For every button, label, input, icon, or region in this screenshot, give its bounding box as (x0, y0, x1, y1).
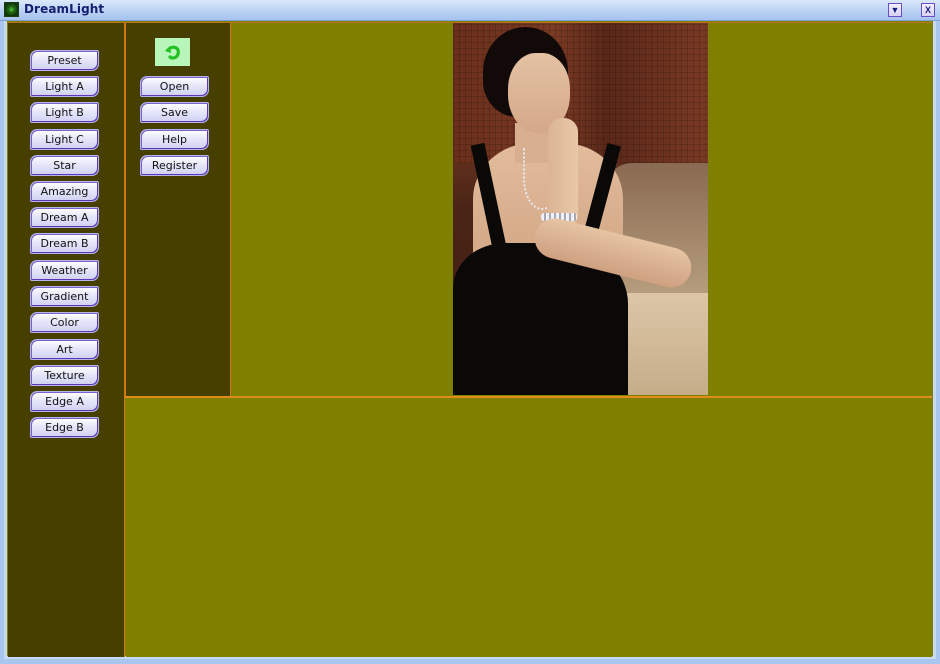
effect-button-edge-a[interactable]: Edge A (30, 391, 99, 412)
close-button[interactable]: X (921, 3, 935, 17)
undo-arrow-icon (164, 45, 180, 60)
effect-button-light-b[interactable]: Light B (30, 102, 99, 123)
close-icon: X (924, 5, 931, 15)
secondary-workspace (126, 398, 932, 657)
effect-button-art[interactable]: Art (30, 339, 99, 360)
help-button[interactable]: Help (140, 129, 209, 150)
effect-button-preset[interactable]: Preset (30, 50, 99, 71)
effect-button-weather[interactable]: Weather (30, 260, 99, 281)
open-button[interactable]: Open (140, 76, 209, 97)
window-title: DreamLight (24, 2, 105, 16)
chevron-down-icon: ▼ (890, 5, 900, 15)
effect-button-dream-a[interactable]: Dream A (30, 207, 99, 228)
effect-button-dream-b[interactable]: Dream B (30, 233, 99, 254)
effect-button-star[interactable]: Star (30, 155, 99, 176)
minimize-button[interactable]: ▼ (888, 3, 902, 17)
app-logo-icon (4, 2, 19, 17)
photo-raised-arm (548, 118, 578, 228)
title-bar: DreamLight ▼ X (0, 0, 940, 21)
effect-button-light-c[interactable]: Light C (30, 129, 99, 150)
effect-button-texture[interactable]: Texture (30, 365, 99, 386)
undo-button[interactable] (155, 38, 190, 66)
effect-button-amazing[interactable]: Amazing (30, 181, 99, 202)
register-button[interactable]: Register (140, 155, 209, 176)
effect-button-light-a[interactable]: Light A (30, 76, 99, 97)
effect-button-color[interactable]: Color (30, 312, 99, 333)
preview-image (453, 23, 708, 395)
effect-button-gradient[interactable]: Gradient (30, 286, 99, 307)
save-button[interactable]: Save (140, 102, 209, 123)
effect-button-edge-b[interactable]: Edge B (30, 417, 99, 438)
